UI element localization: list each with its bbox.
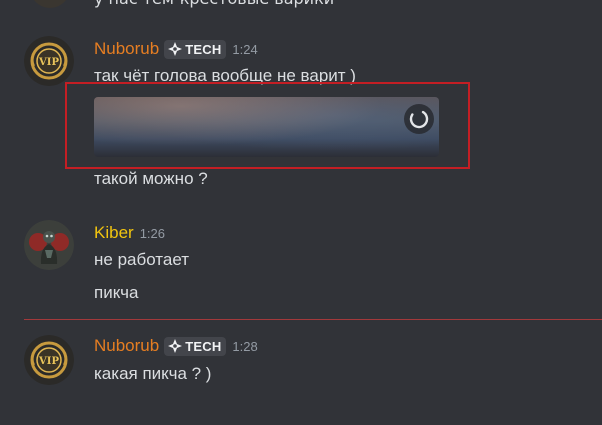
highlight-box	[65, 82, 470, 169]
creature-avatar-icon	[24, 220, 74, 270]
role-tag[interactable]: TECH	[164, 39, 227, 59]
vip-badge-avatar-icon: VIP	[24, 36, 74, 86]
avatar[interactable]: VIP	[24, 36, 74, 86]
role-tag-label: TECH	[185, 338, 222, 354]
previous-message-text: у нас тем-крестовые варики	[94, 0, 334, 8]
message-text: не работает	[94, 250, 190, 269]
tech-gem-icon	[168, 42, 183, 56]
role-tag-label: TECH	[185, 41, 222, 57]
timestamp[interactable]: 1:26	[140, 226, 165, 241]
vip-badge-avatar-icon: VIP	[24, 335, 74, 385]
message-text: какая пикча ? )	[94, 364, 212, 383]
role-tag[interactable]: TECH	[164, 336, 227, 356]
avatar[interactable]: VIP	[24, 335, 74, 385]
message-header: Nuborub TECH 1:24	[94, 38, 258, 60]
message-text: пикча	[94, 283, 139, 302]
message-header: Kiber 1:26	[94, 222, 165, 244]
avatar[interactable]	[24, 220, 74, 270]
username[interactable]: Kiber	[94, 223, 134, 243]
svg-text:VIP: VIP	[38, 356, 59, 367]
username[interactable]: Nuborub	[94, 336, 159, 356]
message-text: такой можно ?	[94, 169, 208, 188]
timestamp[interactable]: 1:28	[232, 339, 257, 354]
username[interactable]: Nuborub	[94, 39, 159, 59]
message-header: Nuborub TECH 1:28	[94, 335, 258, 357]
svg-text:VIP: VIP	[38, 57, 59, 68]
new-messages-divider	[24, 319, 602, 320]
tech-gem-icon	[168, 339, 183, 353]
previous-avatar[interactable]	[30, 0, 70, 8]
chat-messages: у нас тем-крестовые варики VIP Nuborub T…	[0, 0, 602, 425]
timestamp[interactable]: 1:24	[232, 42, 257, 57]
